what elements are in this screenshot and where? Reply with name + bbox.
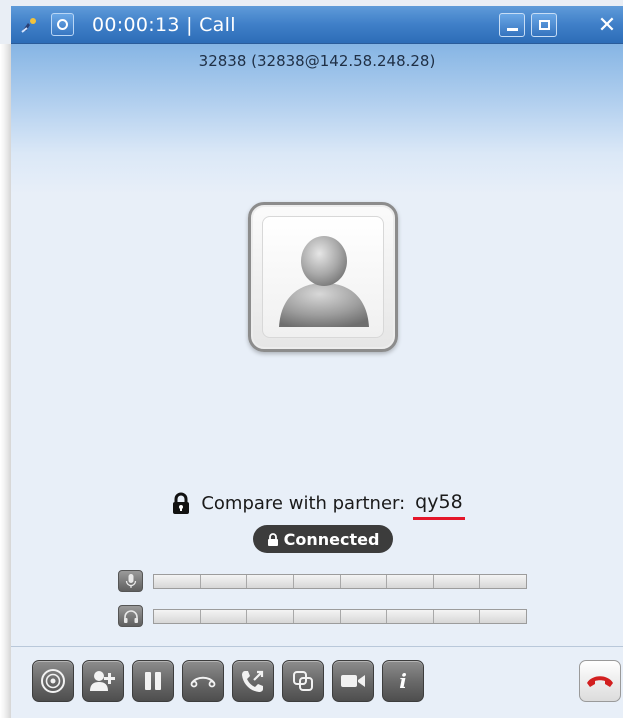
- merge-calls-button[interactable]: [282, 660, 324, 702]
- circle-menu-icon: [57, 19, 68, 30]
- handset-icon: [190, 676, 216, 688]
- speaker-level-bar: [153, 608, 527, 624]
- info-icon: i: [399, 669, 407, 693]
- padlock-icon: [173, 492, 190, 514]
- maximize-icon: [538, 20, 550, 30]
- call-window: 00:00:13 | Call ✕ 32838 (32838@142.58.24…: [0, 0, 623, 718]
- video-camera-icon: [341, 675, 365, 687]
- status-text: Connected: [283, 529, 380, 549]
- window-left-border: [0, 44, 11, 718]
- hangup-button[interactable]: [579, 660, 621, 702]
- phone-app-icon[interactable]: [19, 15, 39, 35]
- headphones-icon[interactable]: [118, 605, 143, 627]
- video-button[interactable]: [332, 660, 374, 702]
- avatar: [248, 202, 398, 352]
- minimize-button[interactable]: [499, 13, 525, 37]
- phone-forward-icon: [242, 670, 264, 692]
- minimize-icon: [506, 28, 518, 31]
- call-transfer-button[interactable]: [232, 660, 274, 702]
- info-button[interactable]: i: [382, 660, 424, 702]
- pause-icon: [145, 672, 161, 690]
- close-button[interactable]: ✕: [591, 12, 623, 38]
- title-bar[interactable]: 00:00:13 | Call ✕: [11, 6, 623, 44]
- dialpad-icon: [41, 669, 65, 693]
- status-badge: Connected: [253, 525, 393, 553]
- window-title: 00:00:13 | Call: [92, 14, 236, 36]
- speaker-level-meter: [118, 605, 528, 627]
- call-toolbar: i: [11, 646, 623, 718]
- window-menu-button[interactable]: [51, 13, 74, 36]
- transfer-button[interactable]: [182, 660, 224, 702]
- microphone-icon[interactable]: [118, 570, 143, 592]
- close-icon: ✕: [597, 12, 617, 38]
- maximize-button[interactable]: [531, 13, 557, 37]
- add-participant-button[interactable]: [82, 660, 124, 702]
- hold-button[interactable]: [132, 660, 174, 702]
- user-avatar-icon: [279, 236, 369, 327]
- call-panel: 32838 (32838@142.58.248.28) Compare with…: [11, 44, 623, 646]
- microphone-level-meter: [118, 570, 528, 592]
- dialpad-button[interactable]: [32, 660, 74, 702]
- sas-verification: Compare with partner: qy58: [11, 488, 623, 520]
- hangup-icon: [587, 676, 613, 687]
- sas-compare-label: Compare with partner:: [201, 492, 406, 514]
- sas-code: qy58: [413, 491, 466, 520]
- padlock-icon: [267, 532, 278, 546]
- microphone-level-bar: [153, 573, 527, 589]
- peer-address: 32838 (32838@142.58.248.28): [198, 52, 436, 70]
- merge-icon: [293, 671, 313, 691]
- add-user-icon: [90, 671, 115, 691]
